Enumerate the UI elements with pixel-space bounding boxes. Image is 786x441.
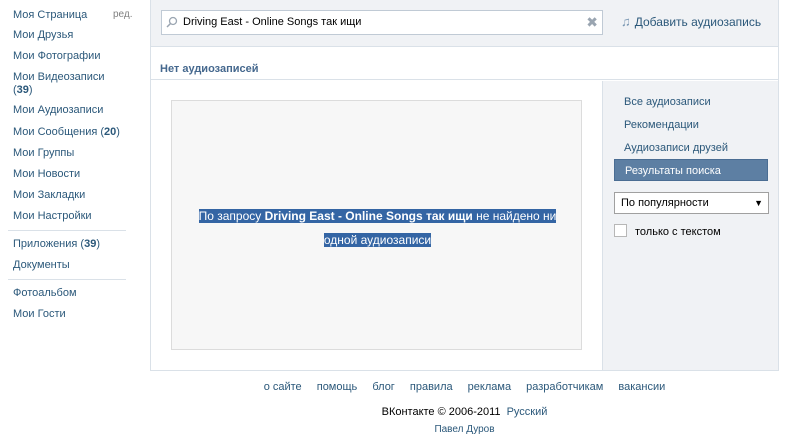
title-bar: Нет аудиозаписей <box>151 48 778 80</box>
sidebar-item-all-audio[interactable]: Все аудиозаписи <box>614 91 768 113</box>
search-icon <box>166 16 178 28</box>
audio-search-bar: Driving East - Online Songs так ищи ✖ ♫ Д… <box>151 0 778 47</box>
checkbox-box[interactable] <box>614 224 627 237</box>
empty-message: По запросу Driving East - Online Songs т… <box>182 204 573 252</box>
footer-link-about[interactable]: о сайте <box>264 381 302 393</box>
add-audio-label: Добавить аудиозапись <box>634 15 762 29</box>
page-title: Нет аудиозаписей <box>160 63 259 75</box>
empty-message-line1: По запросу Driving East - Online Songs т… <box>198 209 557 223</box>
sort-select[interactable]: По популярности ▼ <box>614 192 769 214</box>
results-area: По запросу Driving East - Online Songs т… <box>151 81 602 370</box>
nav-my-messages[interactable]: Мои Сообщения (20) <box>13 126 120 139</box>
empty-message-query: Driving East - Online Songs так ищи <box>264 209 473 223</box>
nav-my-settings[interactable]: Мои Настройки <box>13 210 92 223</box>
empty-message-post: не найдено ни <box>472 209 557 223</box>
footer-link-ads[interactable]: реклама <box>468 381 511 393</box>
nav-my-videos-count[interactable]: (39) <box>13 84 33 97</box>
audio-sidebar: Все аудиозаписи Рекомендации Аудиозаписи… <box>602 81 778 370</box>
footer-links: о сайте помощь блог правила реклама разр… <box>150 381 779 393</box>
nav-my-guests[interactable]: Мои Гости <box>13 308 66 321</box>
search-value: Driving East - Online Songs так ищи <box>183 16 362 28</box>
sidebar-item-recommendations[interactable]: Рекомендации <box>614 114 768 136</box>
nav-photo-album[interactable]: Фотоальбом <box>13 287 77 300</box>
nav-videos-count: 39 <box>16 84 29 96</box>
nav-my-news[interactable]: Мои Новости <box>13 168 80 181</box>
nav-apps-label: Приложения <box>13 238 78 250</box>
nav-my-friends[interactable]: Мои Друзья <box>13 29 73 42</box>
footer-link-jobs[interactable]: вакансии <box>618 381 665 393</box>
empty-message-pre: По запросу <box>198 209 265 223</box>
nav-my-groups[interactable]: Мои Группы <box>13 147 74 160</box>
language-link[interactable]: Русский <box>507 406 548 418</box>
footer-link-help[interactable]: помощь <box>317 381 358 393</box>
nav-messages-count: 20 <box>104 126 117 138</box>
empty-results-box: По запросу Driving East - Online Songs т… <box>171 100 582 350</box>
audio-panel: Driving East - Online Songs так ищи ✖ ♫ Д… <box>150 0 779 371</box>
nav-my-videos[interactable]: Мои Видеозаписи <box>13 71 105 84</box>
author-link[interactable]: Павел Дуров <box>150 424 779 435</box>
search-input[interactable]: Driving East - Online Songs так ищи ✖ <box>161 10 603 35</box>
nav-my-bookmarks[interactable]: Мои Закладки <box>13 189 85 202</box>
copyright: ВКонтакте © 2006-2011 Русский <box>150 406 779 418</box>
empty-message-line2: одной аудиозаписи <box>323 233 432 247</box>
footer-link-rules[interactable]: правила <box>410 381 453 393</box>
copyright-text: ВКонтакте © 2006-2011 <box>381 406 501 418</box>
nav-my-audio[interactable]: Мои Аудиозаписи <box>13 104 103 117</box>
only-with-lyrics-checkbox[interactable]: только с текстом <box>614 224 721 238</box>
chevron-down-icon: ▼ <box>754 198 763 208</box>
close-icon[interactable]: ✖ <box>586 15 598 29</box>
add-audio-button[interactable]: ♫ Добавить аудиозапись <box>621 14 761 29</box>
nav-apps[interactable]: Приложения (39) <box>13 238 100 251</box>
footer-link-blog[interactable]: блог <box>372 381 394 393</box>
nav-my-page[interactable]: Моя Страница <box>13 9 87 22</box>
only-with-lyrics-label: только с текстом <box>635 226 721 238</box>
nav-apps-count: 39 <box>84 238 97 250</box>
nav-divider <box>8 230 126 231</box>
nav-messages-label: Мои Сообщения <box>13 126 98 138</box>
nav-my-photos[interactable]: Мои Фотографии <box>13 50 100 63</box>
music-note-icon: ♫ <box>621 14 631 29</box>
nav-divider <box>8 279 126 280</box>
nav-documents[interactable]: Документы <box>13 259 70 272</box>
nav-edit-link[interactable]: ред. <box>113 9 133 20</box>
sort-select-value: По популярности <box>621 197 709 209</box>
footer-link-developers[interactable]: разработчикам <box>526 381 603 393</box>
sidebar-item-friends-audio[interactable]: Аудиозаписи друзей <box>614 137 768 159</box>
sidebar-item-search-results[interactable]: Результаты поиска <box>614 159 768 181</box>
